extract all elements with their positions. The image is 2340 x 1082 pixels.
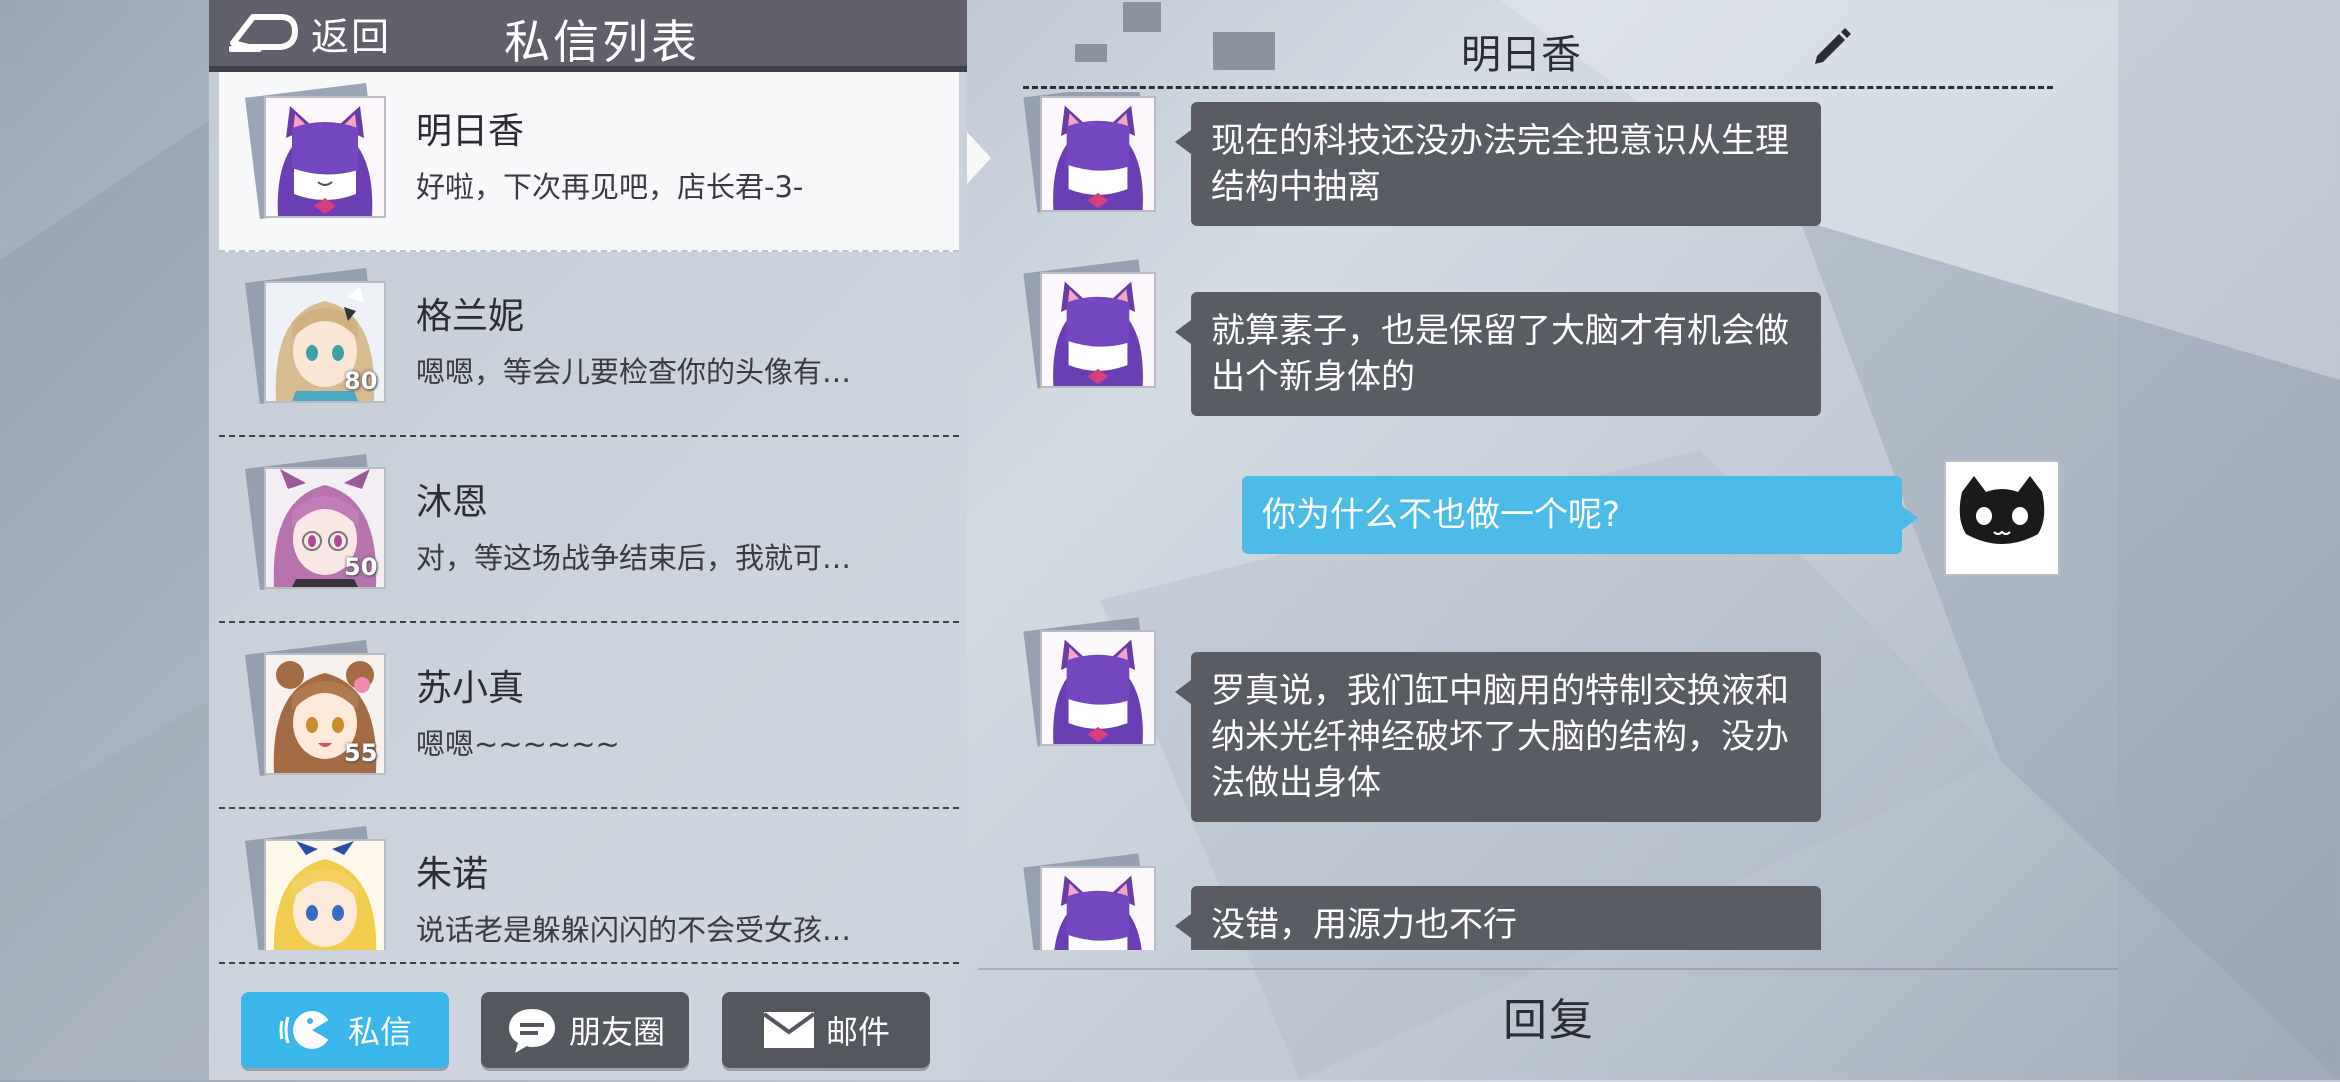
tab-label: 私信 xyxy=(347,1013,412,1051)
contact-item-muen[interactable]: 50 沐恩 对，等这场战争结束后，我就可… xyxy=(219,443,959,623)
avatar xyxy=(245,83,386,219)
contact-name: 明日香 xyxy=(416,111,525,152)
contact-item-suxiaozhen[interactable]: 55 苏小真 嗯嗯~~~~~~ xyxy=(219,629,959,809)
black-cat-icon xyxy=(1946,462,2058,574)
avatar xyxy=(1023,617,1156,747)
chat-panel: 明日香 现在的科技还没办法完全把意识从生理结构中抽离 就算素子，也是保留了大脑才… xyxy=(978,0,2118,1080)
back-label: 返回 xyxy=(311,14,392,59)
avatar xyxy=(245,826,386,950)
level-badge: 55 xyxy=(344,739,378,767)
back-arrow-icon xyxy=(229,14,298,52)
header-decoration xyxy=(1123,2,1161,32)
page-title: 私信列表 xyxy=(504,15,700,69)
chat-title: 明日香 xyxy=(1461,32,1581,78)
reply-button[interactable]: 回复 xyxy=(1503,984,1595,1048)
avatar: 55 xyxy=(245,640,386,776)
asuka-avatar-icon xyxy=(1042,274,1154,386)
contact-item-granny[interactable]: 80 格兰妮 嗯嗯，等会儿要检查你的头像有… xyxy=(219,257,959,437)
level-badge: 50 xyxy=(344,553,378,581)
contact-preview: 嗯嗯~~~~~~ xyxy=(416,727,620,761)
asuka-avatar-icon xyxy=(266,98,384,216)
contact-name: 苏小真 xyxy=(416,668,525,709)
bottom-tab-bar: 私信 朋友圈 邮件 xyxy=(209,962,967,1080)
tab-moments[interactable]: 朋友圈 xyxy=(481,992,689,1068)
pencil-icon[interactable] xyxy=(1811,24,1855,68)
avatar: 80 xyxy=(245,268,386,404)
contact-preview: 对，等这场战争结束后，我就可… xyxy=(416,541,852,575)
chat-header: 明日香 xyxy=(1023,0,2053,89)
contact-preview: 说话老是躲躲闪闪的不会受女孩… xyxy=(416,913,852,947)
avatar-self xyxy=(1944,460,2060,576)
tab-label: 邮件 xyxy=(825,1013,890,1051)
reply-bar: 回复 xyxy=(978,968,2118,1082)
asuka-avatar-icon xyxy=(1042,868,1154,950)
conversation-list-panel: 返回 私信列表 明日香 好啦，下次再见吧，店长君-3- 80 格兰妮 嗯嗯，等会… xyxy=(209,0,991,1080)
level-badge: 80 xyxy=(344,367,378,395)
message-bubble: 现在的科技还没办法完全把意识从生理结构中抽离 xyxy=(1175,102,1821,226)
contact-name: 沐恩 xyxy=(416,482,489,523)
tab-mail[interactable]: 邮件 xyxy=(722,992,930,1068)
message-bubble: 罗真说，我们缸中脑用的特制交换液和纳米光纤神经破坏了大脑的结构，没办法做出身体 xyxy=(1175,652,1821,822)
list-header: 返回 私信列表 xyxy=(209,0,967,72)
contact-name: 朱诺 xyxy=(416,854,489,895)
message-bubble-self: 你为什么不也做一个呢? xyxy=(1242,476,1918,554)
speech-bubble-icon xyxy=(508,1009,555,1053)
back-button[interactable]: 返回 xyxy=(229,4,391,62)
contact-item-asuka[interactable]: 明日香 好啦，下次再见吧，店长君-3- xyxy=(219,72,959,252)
contact-item-juno[interactable]: 朱诺 说话老是躲躲闪闪的不会受女孩… xyxy=(219,815,959,950)
asuka-avatar-icon xyxy=(1042,632,1154,744)
contact-preview: 好啦，下次再见吧，店长君-3- xyxy=(416,170,804,204)
message-bubble: 就算素子，也是保留了大脑才有机会做出个新身体的 xyxy=(1175,292,1821,416)
avatar xyxy=(1023,92,1156,213)
header-decoration xyxy=(1075,44,1107,62)
avatar: 50 xyxy=(245,454,386,590)
envelope-icon xyxy=(762,1012,816,1048)
avatar xyxy=(1023,259,1156,389)
header-decoration xyxy=(1213,32,1275,70)
avatar xyxy=(1023,853,1156,950)
message-list: 现在的科技还没办法完全把意识从生理结构中抽离 就算素子，也是保留了大脑才有机会做… xyxy=(978,92,2118,950)
juno-avatar-icon xyxy=(266,841,384,950)
contact-preview: 嗯嗯，等会儿要检查你的头像有… xyxy=(416,355,852,389)
tab-private-messages[interactable]: 私信 xyxy=(241,992,449,1068)
contact-list: 明日香 好啦，下次再见吧，店长君-3- 80 格兰妮 嗯嗯，等会儿要检查你的头像… xyxy=(209,72,967,950)
message-bubble: 没错，用源力也不行 xyxy=(1175,886,1821,950)
asuka-avatar-icon xyxy=(1042,98,1154,210)
contact-name: 格兰妮 xyxy=(416,296,525,337)
chat-bubble-icon xyxy=(279,1011,334,1049)
tab-label: 朋友圈 xyxy=(568,1013,665,1051)
